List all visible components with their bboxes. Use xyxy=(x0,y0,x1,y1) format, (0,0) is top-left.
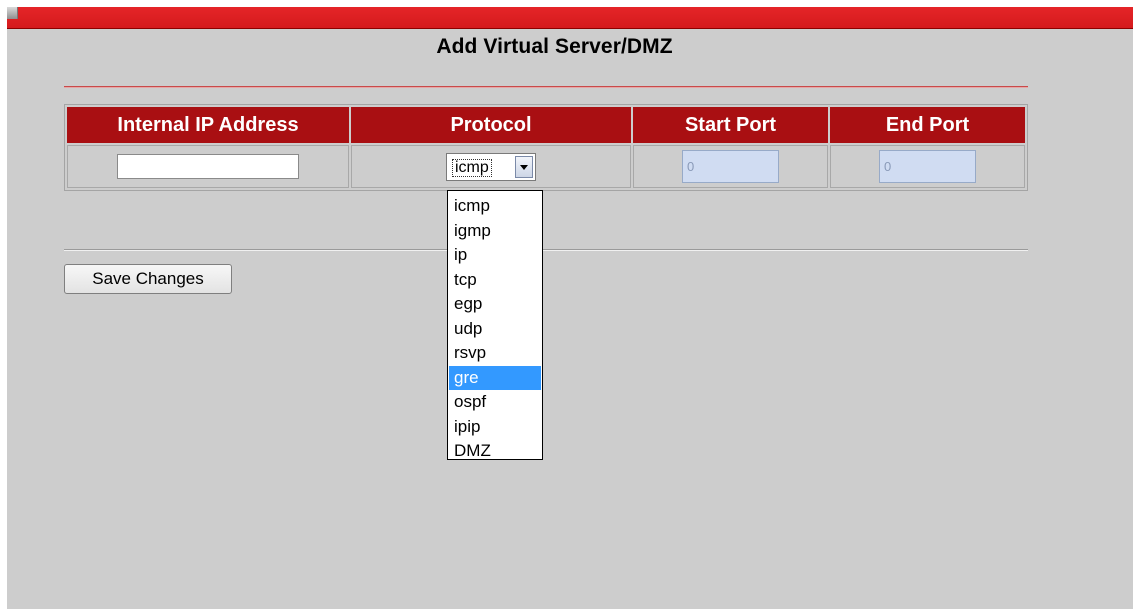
virtual-server-table: Internal IP Address Protocol Start Port … xyxy=(64,104,1028,191)
header-start-port: Start Port xyxy=(633,107,828,143)
end-port-input[interactable] xyxy=(879,150,976,183)
internal-ip-input[interactable] xyxy=(117,154,299,179)
dropdown-option-icmp[interactable]: icmp xyxy=(449,194,541,219)
table-header-row: Internal IP Address Protocol Start Port … xyxy=(67,107,1025,143)
page-title: Add Virtual Server/DMZ xyxy=(436,35,673,58)
chevron-down-icon[interactable] xyxy=(515,155,533,178)
protocol-select[interactable]: icmp xyxy=(446,152,536,181)
header-protocol: Protocol xyxy=(351,107,631,143)
protocol-select-value: icmp xyxy=(452,158,492,177)
dropdown-option-dmz[interactable]: DMZ xyxy=(449,439,541,464)
cell-end-port xyxy=(830,145,1025,188)
title-divider xyxy=(64,86,1028,88)
cell-internal-ip xyxy=(67,145,349,188)
dropdown-option-gre[interactable]: gre xyxy=(449,365,541,390)
dropdown-option-tcp[interactable]: tcp xyxy=(449,268,541,293)
dropdown-option-ipip[interactable]: ipip xyxy=(449,415,541,440)
dropdown-option-egp[interactable]: egp xyxy=(449,292,541,317)
cell-protocol: icmp xyxy=(351,145,631,188)
header-internal-ip: Internal IP Address xyxy=(67,107,349,143)
dropdown-option-ospf[interactable]: ospf xyxy=(449,390,541,415)
protocol-dropdown-list[interactable]: icmp igmp ip tcp egp udp rsvp gre ospf i… xyxy=(447,190,543,460)
start-port-input[interactable] xyxy=(682,150,779,183)
window-icon xyxy=(7,7,18,19)
dropdown-option-rsvp[interactable]: rsvp xyxy=(449,341,541,366)
page-container: Add Virtual Server/DMZ Internal IP Addre… xyxy=(7,7,1133,609)
header-end-port: End Port xyxy=(830,107,1025,143)
table-row: icmp xyxy=(67,145,1025,188)
top-bar xyxy=(7,7,1133,29)
save-changes-button[interactable]: Save Changes xyxy=(64,264,232,294)
dropdown-option-igmp[interactable]: igmp xyxy=(449,219,541,244)
cell-start-port xyxy=(633,145,828,188)
dropdown-option-udp[interactable]: udp xyxy=(449,317,541,342)
dropdown-option-ip[interactable]: ip xyxy=(449,243,541,268)
bottom-divider xyxy=(64,249,1028,251)
